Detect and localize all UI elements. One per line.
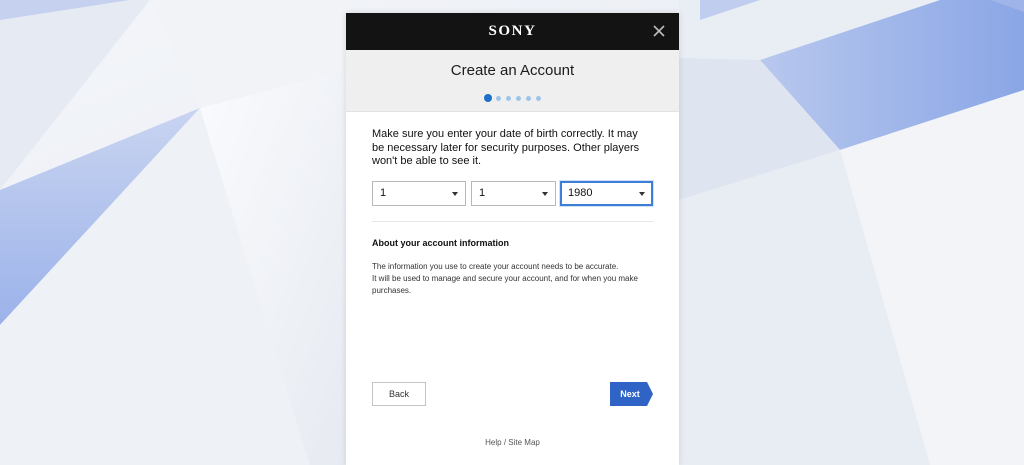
info-heading: About your account information [372, 237, 509, 248]
dialog-content: Make sure you enter your date of birth c… [346, 128, 679, 297]
step-indicator [346, 94, 679, 102]
chevron-down-icon [639, 191, 645, 196]
close-icon[interactable] [651, 23, 667, 39]
step-dot-active [483, 94, 492, 102]
day-select-value: 1 [380, 186, 387, 199]
help-link[interactable]: Help [485, 438, 501, 447]
chevron-down-icon [542, 191, 548, 196]
dob-instructions: Make sure you enter your date of birth c… [372, 128, 640, 167]
back-button[interactable]: Back [372, 382, 426, 406]
step-dot [536, 95, 541, 101]
info-body: The information you use to create your a… [372, 261, 653, 297]
footer-links: Help / Site Map [346, 438, 679, 447]
chevron-down-icon [452, 191, 458, 196]
brand-header: SONY [346, 13, 679, 50]
site-map-link[interactable]: Site Map [508, 438, 540, 447]
next-button[interactable]: Next [610, 382, 653, 406]
year-select-value: 1980 [568, 186, 593, 199]
step-dot [506, 95, 511, 101]
year-select[interactable]: 1980 [560, 180, 653, 206]
dob-selects: 1 1 1980 [372, 180, 653, 206]
month-select-value: 1 [479, 186, 486, 199]
info-line-2: It will be used to manage and secure you… [372, 273, 638, 295]
info-line-1: The information you use to create your a… [372, 261, 619, 271]
step-dot [516, 95, 521, 101]
step-dot [526, 95, 531, 101]
next-button-label: Next [620, 389, 640, 399]
divider [372, 220, 653, 222]
sony-logo: SONY [488, 23, 537, 39]
day-select[interactable]: 1 [372, 180, 466, 206]
step-dot [496, 95, 501, 101]
create-account-dialog: SONY Create an Account Make sure you ent… [346, 13, 679, 465]
month-select[interactable]: 1 [471, 180, 556, 206]
dialog-header: Create an Account [346, 50, 679, 112]
page-title: Create an Account [450, 62, 575, 79]
